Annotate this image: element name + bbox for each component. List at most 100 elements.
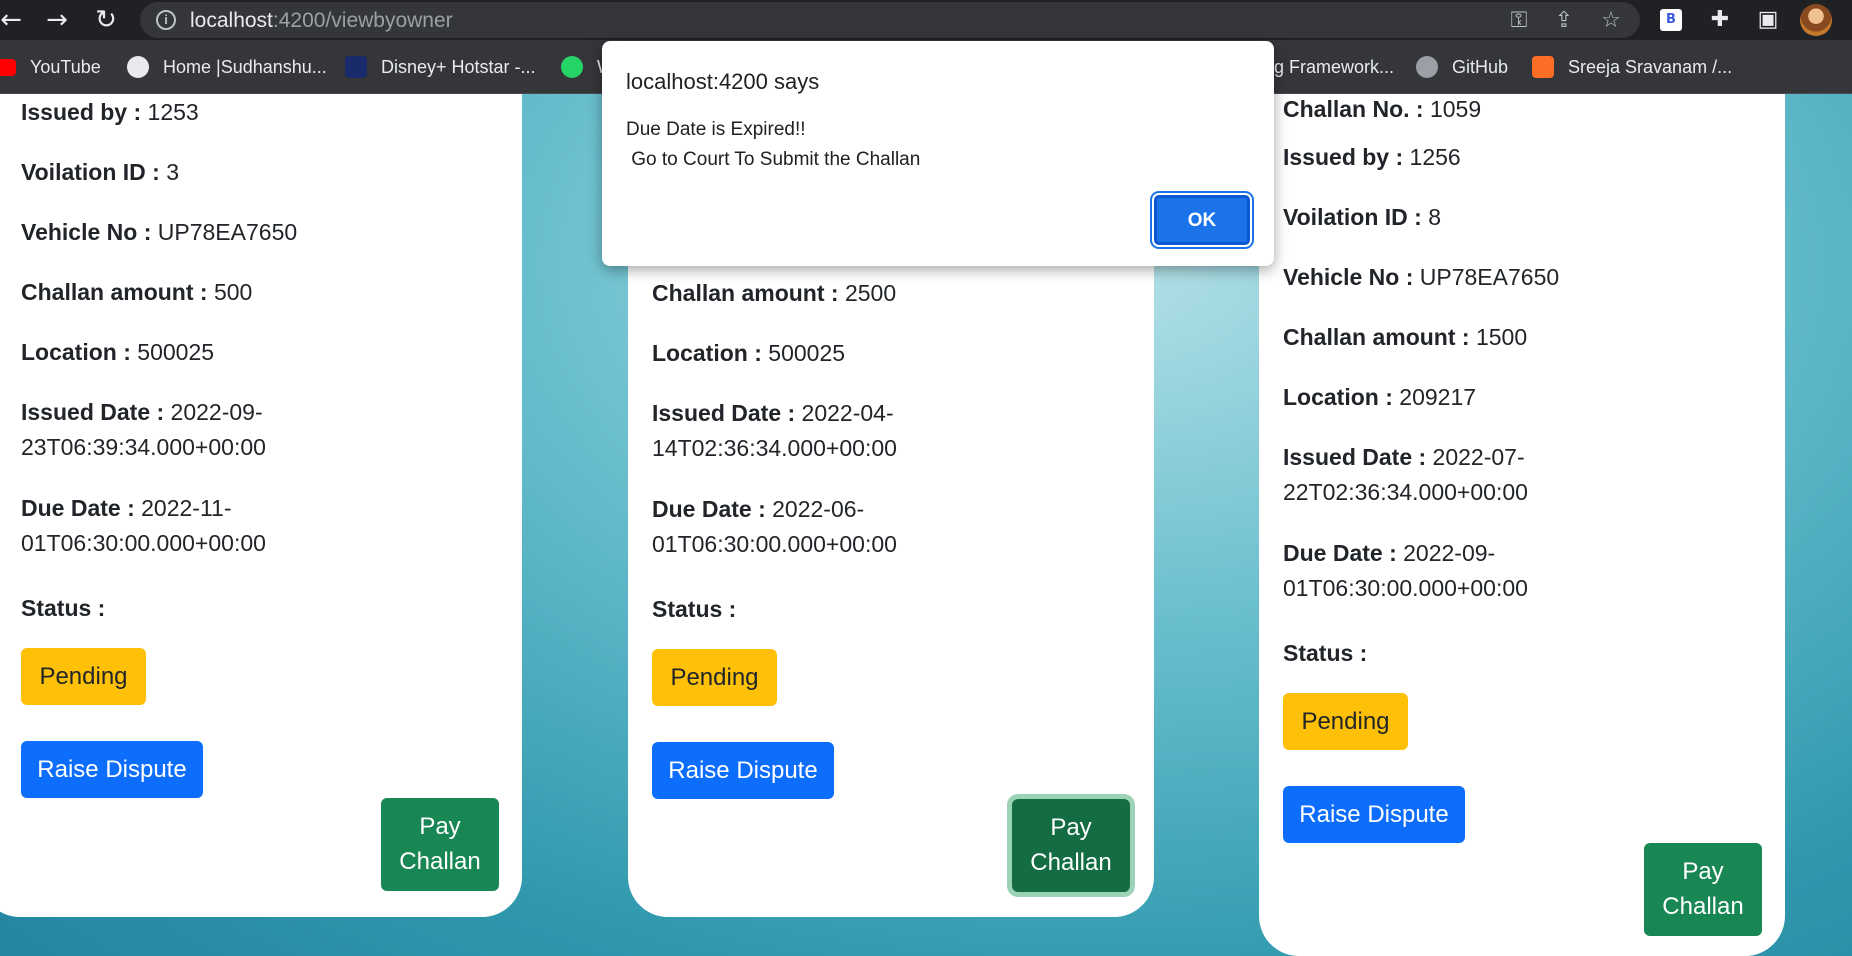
pay-challan-button[interactable]: Pay Challan (381, 798, 499, 891)
youtube-icon (0, 58, 16, 76)
location-field: Location : 209217 (1283, 380, 1476, 415)
violation-id-field: Voilation ID : 3 (21, 155, 179, 190)
hotstar-icon (345, 56, 367, 78)
pay-challan-button[interactable]: Pay Challan (1012, 799, 1130, 892)
bookmark-home-sudhanshu[interactable]: Home |Sudhanshu... (127, 54, 327, 80)
field-value: 01T06:30:00.000+00:00 (652, 531, 897, 557)
alert-dialog: localhost:4200 says Due Date is Expired!… (602, 41, 1274, 266)
field-label: Due Date : (652, 496, 766, 522)
issued-date-field: Issued Date : 2022-04- 14T02:36:34.000+00… (652, 396, 897, 466)
browser-toolbar: ← → ↻ i localhost:4200/viewbyowner ⚿ ⇪ ☆… (0, 0, 1852, 40)
field-label: Issued Date : (652, 400, 796, 426)
url-host: localhost (190, 9, 273, 32)
side-panel-icon[interactable]: ▣ (1755, 7, 1781, 33)
field-label: Vehicle No : (1283, 264, 1414, 290)
field-value: 2022-07- (1432, 444, 1525, 470)
field-label: Vehicle No : (21, 219, 152, 245)
field-value: 2500 (844, 280, 897, 306)
bookmark-youtube[interactable]: YouTube (0, 54, 101, 80)
bookmark-disney-hotstar[interactable]: Disney+ Hotstar -... (345, 54, 536, 80)
field-value: 14T02:36:34.000+00:00 (652, 435, 897, 461)
bookmark-label: YouTube (30, 56, 101, 77)
field-label: Challan amount : (652, 280, 839, 306)
field-label: Challan amount : (1283, 324, 1470, 350)
extension-b-icon[interactable]: B (1660, 9, 1682, 31)
due-date-field: Due Date : 2022-11- 01T06:30:00.000+00:00 (21, 491, 266, 561)
bookmark-framework[interactable]: g Framework... (1274, 54, 1394, 80)
field-label: Status : (652, 596, 737, 622)
dialog-title: localhost:4200 says (626, 69, 820, 94)
challan-card: Challan No. : 1059 Issued by : 1256 Voil… (1259, 94, 1785, 956)
pending-button[interactable]: Pending (21, 648, 146, 705)
globe-icon (127, 56, 149, 78)
pending-button[interactable]: Pending (652, 649, 777, 706)
field-label: Status : (1283, 640, 1368, 666)
bookmark-label: GitHub (1452, 56, 1509, 77)
field-label: Location : (1283, 384, 1393, 410)
pay-challan-button[interactable]: Pay Challan (1644, 843, 1762, 936)
status-field: Status : (21, 591, 105, 626)
gitlab-icon (1532, 56, 1554, 78)
vehicle-no-field: Vehicle No : UP78EA7650 (21, 215, 297, 250)
raise-dispute-button[interactable]: Raise Dispute (1283, 786, 1465, 843)
address-bar[interactable]: i localhost:4200/viewbyowner ⚿ ⇪ ☆ (140, 2, 1640, 38)
field-value: 2022-09- (1403, 540, 1496, 566)
field-value: 1059 (1429, 96, 1482, 122)
violation-id-field: Voilation ID : 8 (1283, 200, 1441, 235)
field-value: 209217 (1399, 384, 1477, 410)
pay-label: Challan (399, 848, 481, 875)
pay-label: Pay (1050, 814, 1092, 841)
forward-icon[interactable]: → (42, 5, 72, 35)
field-label: Voilation ID : (1283, 204, 1422, 230)
field-value: 1256 (1409, 144, 1461, 170)
raise-dispute-button[interactable]: Raise Dispute (21, 741, 203, 798)
ok-button[interactable]: OK (1154, 195, 1250, 245)
url-path: :4200/viewbyowner (272, 9, 453, 32)
star-icon[interactable]: ☆ (1596, 6, 1626, 36)
bookmark-label: Sreeja Sravanam /... (1568, 56, 1733, 77)
field-value: 2022-11- (141, 495, 232, 521)
share-icon[interactable]: ⇪ (1549, 6, 1579, 36)
status-field: Status : (652, 592, 736, 627)
bookmark-label: g Framework... (1274, 56, 1395, 77)
field-value: 500 (213, 279, 253, 305)
field-label: Due Date : (21, 495, 135, 521)
field-label: Issued by : (21, 99, 142, 125)
profile-avatar[interactable] (1800, 4, 1832, 36)
back-icon[interactable]: ← (0, 5, 26, 35)
field-label: Location : (652, 340, 762, 366)
field-value: 22T02:36:34.000+00:00 (1283, 479, 1528, 505)
pay-label: Pay (1682, 858, 1724, 885)
field-value: 2022-06- (772, 496, 865, 522)
github-icon (1416, 56, 1438, 78)
field-value: 1253 (147, 99, 199, 125)
field-value: 2022-04- (801, 400, 894, 426)
challan-no-field: Challan No. : 1059 (1283, 92, 1481, 127)
due-date-field: Due Date : 2022-06- 01T06:30:00.000+00:00 (652, 492, 897, 562)
bookmark-sreeja-sravanam[interactable]: Sreeja Sravanam /... (1532, 54, 1732, 80)
pay-label: Challan (1030, 849, 1112, 876)
site-info-icon[interactable]: i (156, 10, 176, 30)
raise-dispute-button[interactable]: Raise Dispute (652, 742, 834, 799)
field-label: Issued Date : (21, 399, 165, 425)
reload-icon[interactable]: ↻ (91, 5, 121, 35)
location-field: Location : 500025 (21, 335, 214, 370)
pending-button[interactable]: Pending (1283, 693, 1408, 750)
field-label: Challan No. : (1283, 96, 1424, 122)
field-value: 01T06:30:00.000+00:00 (1283, 575, 1528, 601)
issued-date-field: Issued Date : 2022-09- 23T06:39:34.000+00… (21, 395, 266, 465)
vehicle-no-field: Vehicle No : UP78EA7650 (1283, 260, 1559, 295)
field-label: Voilation ID : (21, 159, 160, 185)
key-icon[interactable]: ⚿ (1504, 6, 1534, 36)
field-value: 8 (1428, 204, 1442, 230)
url-text[interactable]: localhost:4200/viewbyowner (190, 9, 453, 33)
field-label: Issued Date : (1283, 444, 1427, 470)
dialog-message: Due Date is Expired!! Go to Court To Sub… (626, 119, 921, 170)
bookmark-github[interactable]: GitHub (1416, 54, 1508, 80)
bookmark-label: Disney+ Hotstar -... (381, 56, 536, 77)
issued-by-field: Issued by : 1256 (1283, 140, 1461, 175)
field-label: Challan amount : (21, 279, 208, 305)
field-value: 500025 (768, 340, 846, 366)
bookmark-label: Home |Sudhanshu... (163, 56, 327, 77)
extensions-puzzle-icon[interactable]: ✚ (1707, 7, 1733, 33)
